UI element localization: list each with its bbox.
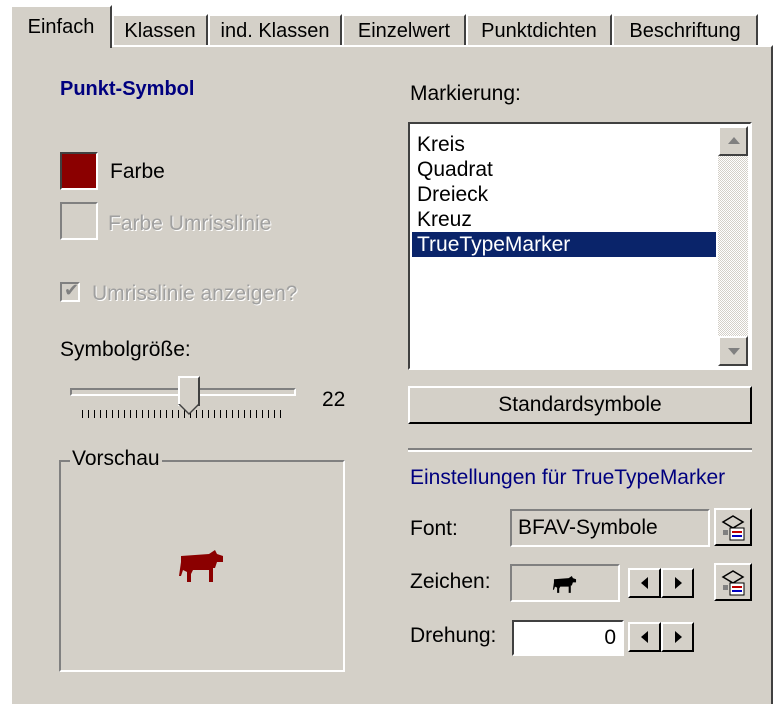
rotation-increase-button[interactable] [661, 622, 694, 652]
list-item[interactable]: Kreuz [412, 207, 716, 232]
right-arrow-icon [675, 577, 682, 589]
font-label: Font: [410, 517, 458, 540]
properties-icon [721, 570, 745, 596]
marker-list: Kreis Quadrat Dreieck Kreuz TrueTypeMark… [412, 132, 716, 257]
preview-symbol [179, 548, 225, 586]
tab-klassen[interactable]: Klassen [112, 14, 208, 46]
tab-ind-klassen[interactable]: ind. Klassen [208, 14, 342, 46]
down-arrow-icon [728, 348, 740, 355]
font-picker-button[interactable] [714, 508, 752, 546]
outline-color-label: Farbe Umrisslinie [108, 212, 272, 235]
separator [408, 448, 752, 452]
rotation-decrease-button[interactable] [628, 622, 661, 652]
rotation-label: Drehung: [410, 624, 497, 647]
rotation-spinner[interactable] [628, 622, 694, 652]
list-item-selected[interactable]: TrueTypeMarker [412, 232, 716, 257]
font-field: BFAV-Symbole [510, 509, 710, 547]
list-item[interactable]: Quadrat [412, 157, 716, 182]
show-outline-checkbox: ✔ [60, 280, 80, 302]
properties-icon [721, 515, 745, 541]
scroll-down-button[interactable] [718, 336, 748, 366]
right-arrow-icon [675, 631, 682, 643]
fill-color-label: Farbe [110, 160, 165, 183]
symbol-size-label: Symbolgröße: [60, 338, 191, 361]
list-item[interactable]: Dreieck [412, 182, 716, 207]
char-label: Zeichen: [410, 570, 491, 593]
char-spinner[interactable] [628, 568, 694, 598]
slider-thumb[interactable] [178, 376, 200, 415]
vertical-scrollbar[interactable] [718, 126, 748, 366]
tab-einzelwert[interactable]: Einzelwert [342, 14, 466, 46]
show-outline-label: Umrisslinie anzeigen? [92, 282, 298, 305]
fill-color-swatch[interactable] [60, 152, 98, 190]
left-arrow-icon [641, 631, 648, 643]
tab-einfach[interactable]: Einfach [10, 5, 112, 48]
preview-group [59, 460, 345, 672]
symbol-size-slider[interactable] [70, 376, 296, 426]
standard-symbols-button[interactable]: Standardsymbole [408, 386, 752, 424]
up-arrow-icon [728, 137, 740, 144]
settings-heading: Einstellungen für TrueTypeMarker [410, 466, 726, 489]
tab-punktdichten[interactable]: Punktdichten [466, 14, 612, 46]
cow-icon [552, 576, 577, 593]
preview-label: Vorschau [70, 447, 162, 471]
char-field [510, 564, 620, 602]
outline-color-swatch [60, 202, 98, 240]
left-arrow-icon [641, 577, 648, 589]
marker-listbox[interactable]: Kreis Quadrat Dreieck Kreuz TrueTypeMark… [408, 122, 752, 370]
tab-beschriftung[interactable]: Beschriftung [612, 14, 758, 46]
char-prev-button[interactable] [628, 568, 661, 598]
char-next-button[interactable] [661, 568, 694, 598]
section-heading-punkt-symbol: Punkt-Symbol [60, 78, 195, 100]
symbol-size-value: 22 [322, 388, 346, 411]
scroll-up-button[interactable] [718, 126, 748, 156]
cow-icon [179, 550, 223, 582]
char-picker-button[interactable] [714, 563, 752, 601]
rotation-input[interactable]: 0 [512, 620, 624, 656]
marker-label: Markierung: [410, 82, 521, 105]
list-item[interactable]: Kreis [412, 132, 716, 157]
checkmark-icon: ✔ [64, 280, 80, 300]
